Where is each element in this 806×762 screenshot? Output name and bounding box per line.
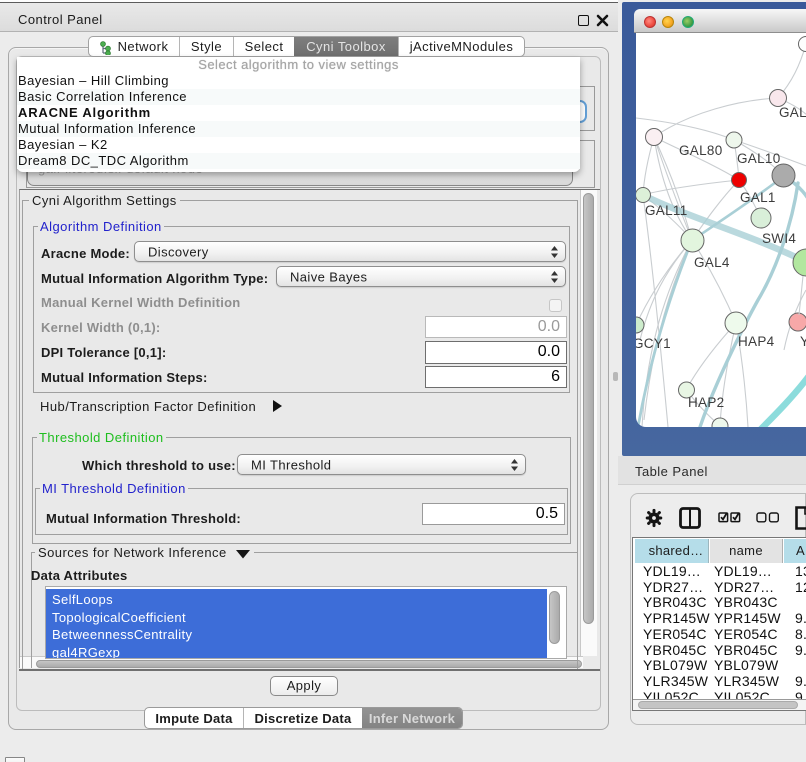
svg-text:GAL80: GAL80	[679, 143, 723, 158]
svg-text:HAP2: HAP2	[688, 395, 724, 410]
svg-text:HAP4: HAP4	[738, 334, 775, 349]
svg-text:SWI4: SWI4	[762, 231, 796, 246]
svg-text:GAL4: GAL4	[694, 255, 730, 270]
svg-text:GCY1: GCY1	[636, 336, 671, 351]
svg-text:GAL10: GAL10	[737, 151, 781, 166]
svg-text:GAL2: GAL2	[779, 105, 806, 120]
svg-text:GAL11: GAL11	[645, 203, 688, 218]
svg-text:Y: Y	[800, 334, 806, 349]
svg-text:GAL1: GAL1	[740, 190, 776, 205]
